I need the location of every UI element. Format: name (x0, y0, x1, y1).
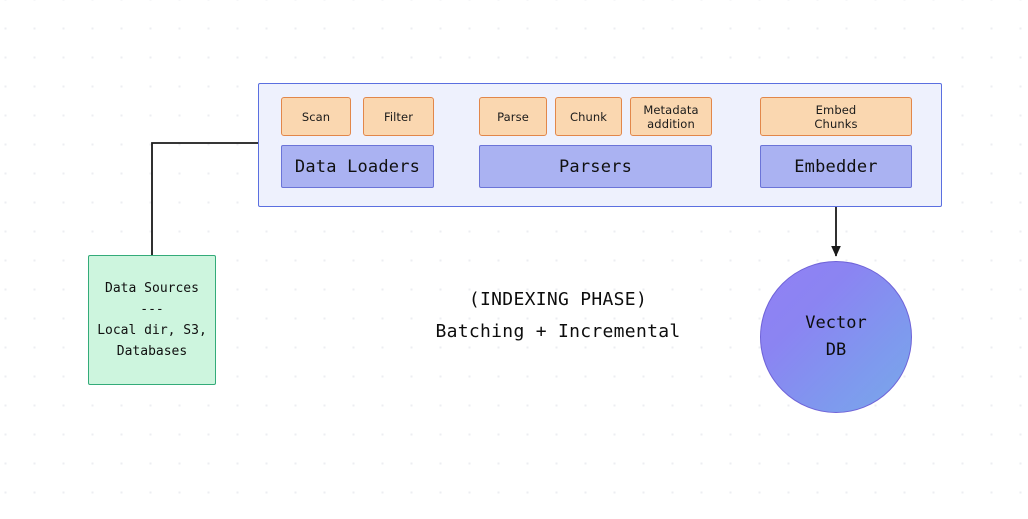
step-chip-filter-label: Filter (383, 109, 414, 124)
vector-db-line-1: Vector (805, 313, 867, 333)
step-chip-parse-label: Parse (497, 109, 529, 124)
data-sources-line-1: Data Sources (105, 281, 199, 296)
metadata-line-2: addition (647, 116, 695, 131)
step-chip-metadata-addition[interactable]: Metadata addition (630, 97, 712, 136)
step-chip-chunk[interactable]: Chunk (555, 97, 622, 136)
stage-parsers-label: Parsers (558, 156, 633, 177)
vector-db-node[interactable]: Vector DB (760, 261, 912, 413)
embed-line-2: Chunks (814, 116, 858, 131)
diagram-canvas: Scan Filter Parse Chunk Metadata additio… (0, 0, 1028, 519)
step-chip-scan[interactable]: Scan (281, 97, 351, 136)
embed-line-1: Embed (815, 102, 857, 117)
stage-parsers[interactable]: Parsers (479, 145, 712, 188)
stage-data-loaders-label: Data Loaders (294, 156, 421, 177)
data-sources-line-2: --- (140, 302, 164, 317)
stage-embedder[interactable]: Embedder (760, 145, 912, 188)
step-chip-chunk-label: Chunk (569, 109, 608, 124)
vector-db-line-2: DB (825, 340, 847, 360)
data-sources-line-4: Databases (116, 344, 188, 359)
step-chip-scan-label: Scan (301, 109, 331, 124)
phase-caption-line-2: Batching + Incremental (435, 321, 681, 342)
data-sources-node[interactable]: Data Sources --- Local dir, S3, Database… (88, 255, 216, 385)
step-chip-metadata-addition-label: Metadata addition (643, 103, 698, 131)
stage-data-loaders[interactable]: Data Loaders (281, 145, 434, 188)
phase-caption: (INDEXING PHASE) Batching + Incremental (400, 284, 716, 348)
stage-embedder-label: Embedder (794, 156, 878, 177)
step-chip-embed-chunks[interactable]: Embed Chunks (760, 97, 912, 136)
phase-caption-line-1: (INDEXING PHASE) (468, 289, 648, 310)
metadata-line-1: Metadata (643, 102, 699, 117)
step-chip-filter[interactable]: Filter (363, 97, 434, 136)
step-chip-embed-chunks-label: Embed Chunks (814, 103, 857, 131)
data-sources-line-3: Local dir, S3, (97, 323, 207, 338)
step-chip-parse[interactable]: Parse (479, 97, 547, 136)
edge-data-sources-to-data-loaders (151, 138, 276, 255)
